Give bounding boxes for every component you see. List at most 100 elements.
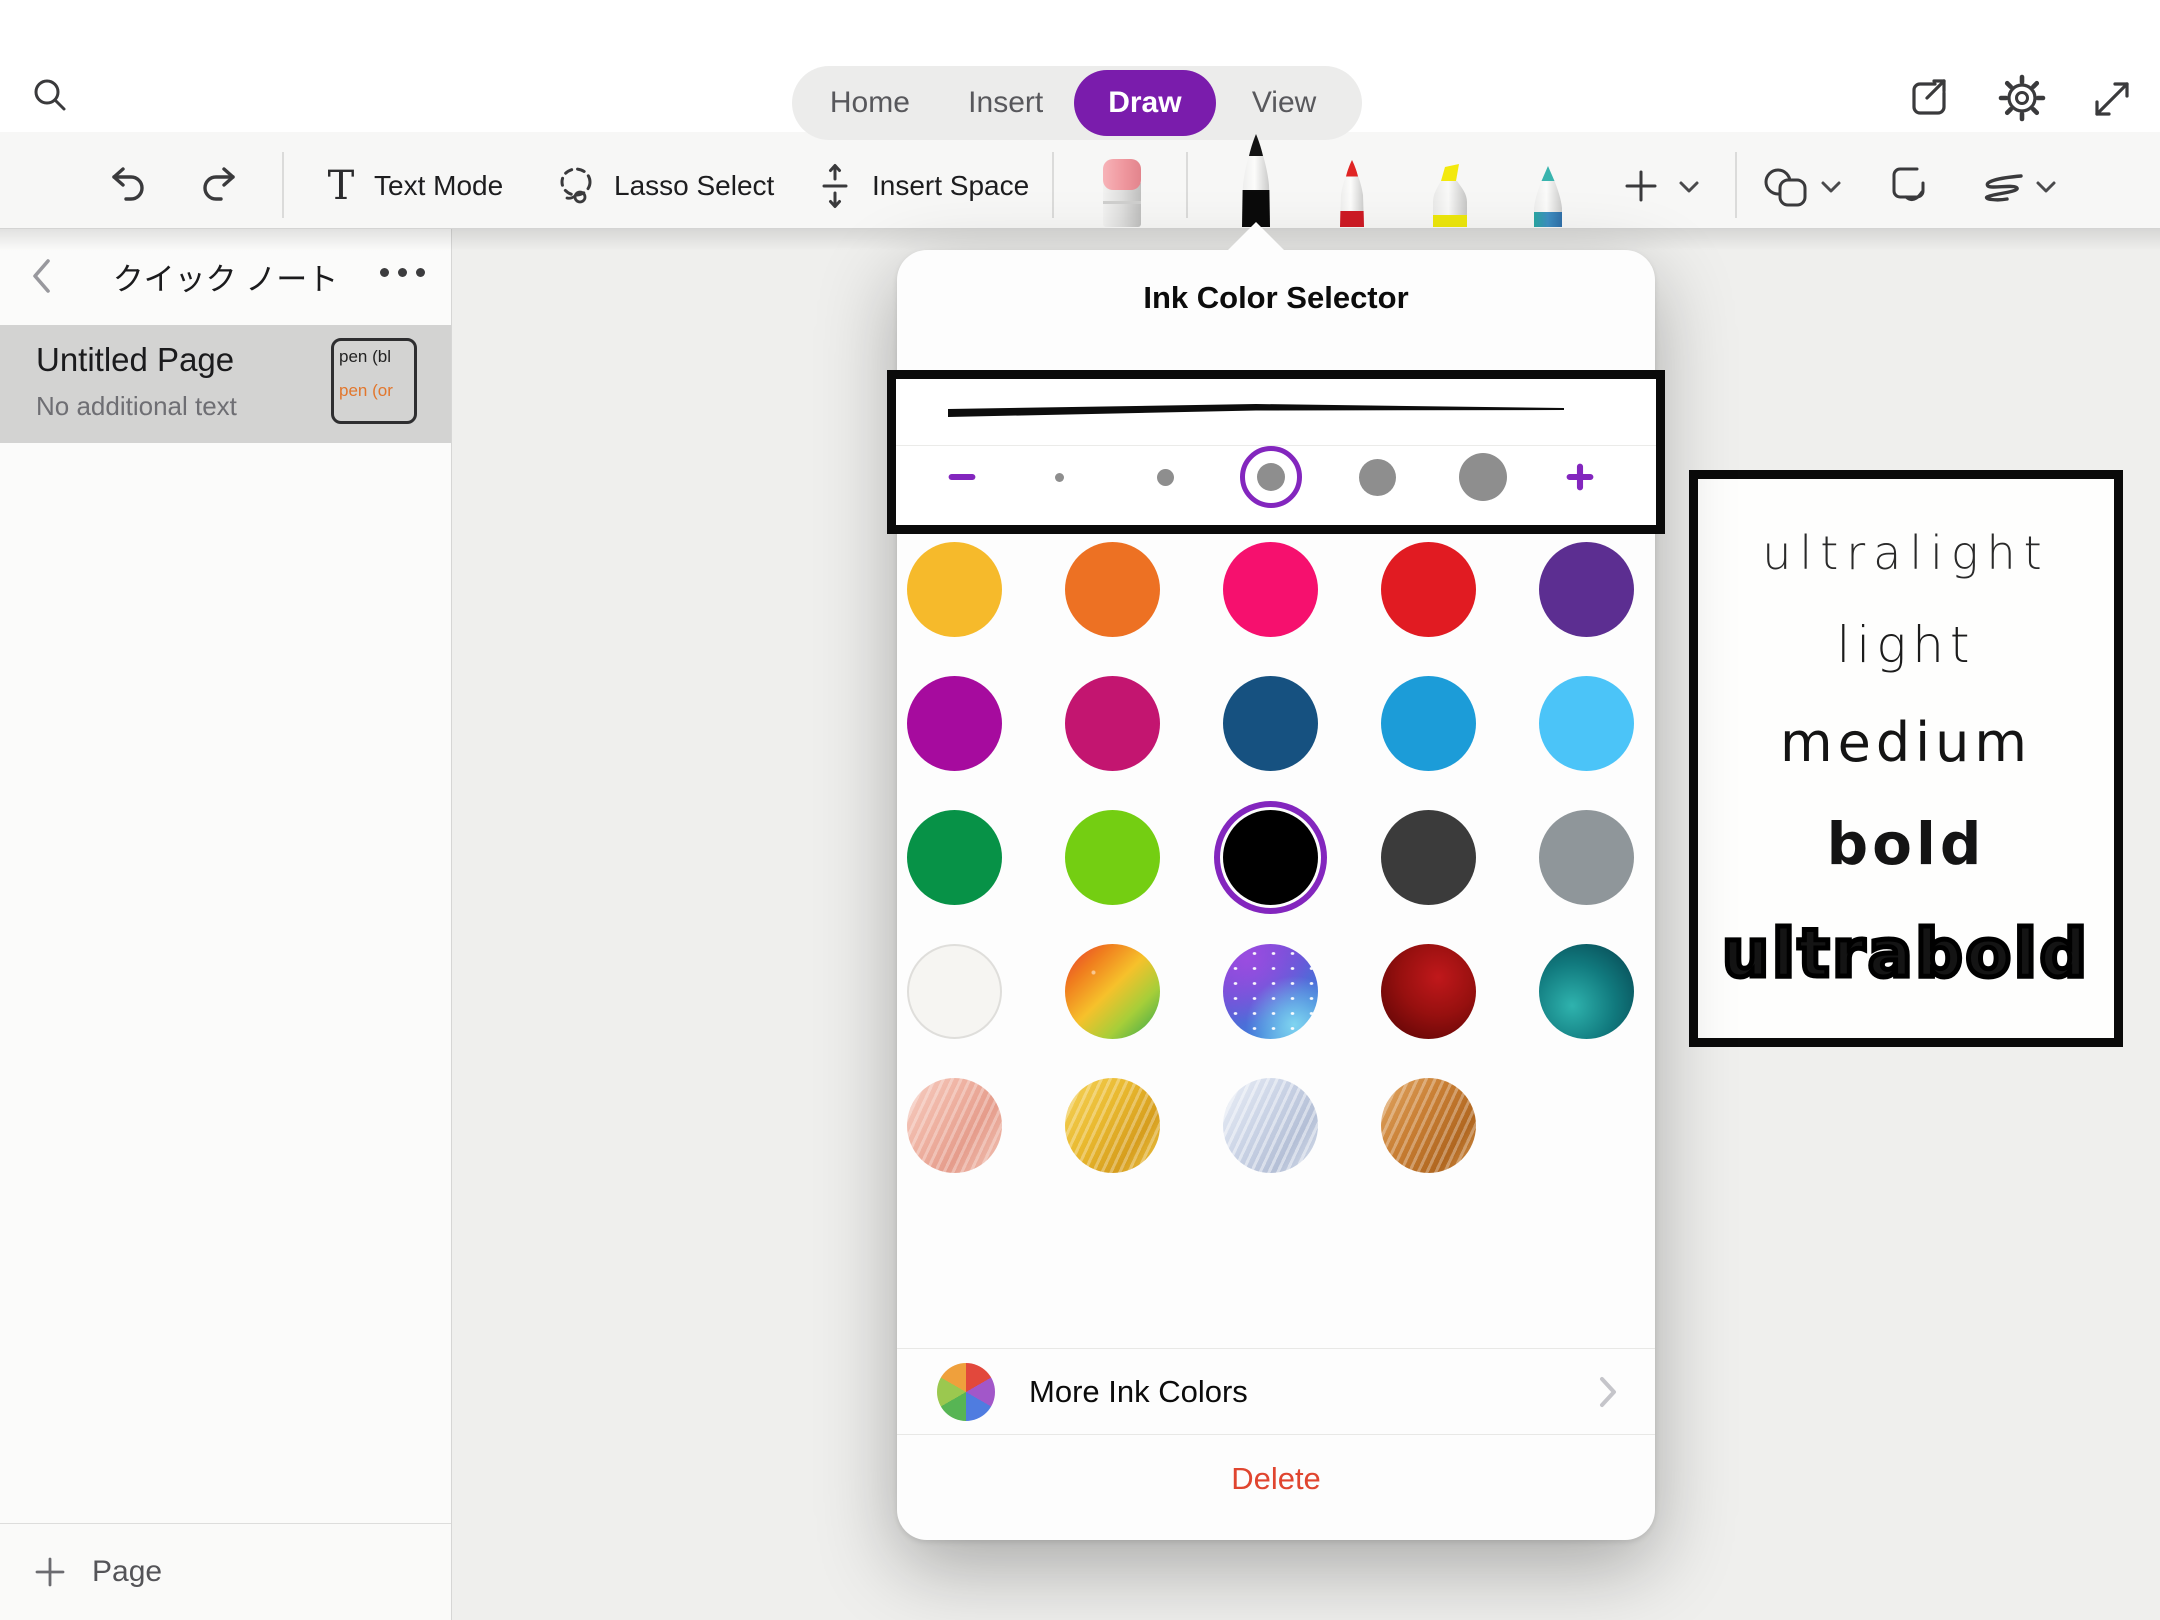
more-options-button[interactable] (380, 268, 425, 277)
tab-draw[interactable]: Draw (1074, 70, 1217, 136)
stroke-size-option-5[interactable] (1452, 446, 1514, 508)
fullscreen-button[interactable] (2088, 75, 2136, 123)
ink-color-swatch-bronze[interactable] (1381, 1078, 1476, 1173)
page-list-item-selected[interactable]: Untitled Page No additional text pen (bl… (0, 325, 451, 443)
size-dot-icon (1459, 453, 1507, 501)
delete-pen-button[interactable]: Delete (897, 1434, 1655, 1522)
ink-note-icon (1886, 161, 1934, 209)
tab-view[interactable]: View (1216, 70, 1352, 136)
ink-color-swatch-black-selected[interactable] (1223, 810, 1318, 905)
redo-button[interactable] (195, 162, 243, 210)
size-dot-icon (1157, 469, 1174, 486)
more-ink-colors-button[interactable]: More Ink Colors (897, 1348, 1655, 1435)
highlighter-icon (1426, 163, 1474, 227)
ink-color-swatch-galaxy[interactable] (1223, 944, 1318, 1039)
insert-space-label: Insert Space (872, 170, 1029, 202)
ribbon-tabs: HomeInsertDrawView (792, 66, 1362, 140)
decrease-size-button[interactable] (940, 455, 984, 499)
ink-to-text-button[interactable] (1885, 160, 1935, 210)
redo-icon (196, 163, 242, 209)
lasso-select-button[interactable]: Lasso Select (552, 158, 774, 214)
ink-color-swatch-red-marble[interactable] (1381, 944, 1476, 1039)
ink-effects-button[interactable] (1974, 168, 2030, 208)
ink-color-swatch-gray[interactable] (1539, 810, 1634, 905)
ink-color-swatch-dark-blue[interactable] (1223, 676, 1318, 771)
stroke-size-option-4[interactable] (1346, 446, 1408, 508)
tab-insert[interactable]: Insert (938, 70, 1074, 136)
ink-color-swatch-teal-marble[interactable] (1539, 944, 1634, 1039)
shapes-button[interactable] (1760, 164, 1814, 210)
insert-space-button[interactable]: Insert Space (812, 158, 1029, 214)
page-thumbnail: pen (bl pen (or (331, 338, 417, 424)
settings-button[interactable] (1997, 73, 2047, 123)
size-dot-icon (1055, 473, 1064, 482)
stroke-width-preview (896, 379, 1656, 446)
tab-home[interactable]: Home (802, 70, 938, 136)
ink-effects-chevron[interactable] (2033, 178, 2059, 198)
increase-size-button[interactable] (1558, 455, 1602, 499)
ink-color-swatch-pink[interactable] (1223, 542, 1318, 637)
sidebar-header: クイック ノート (0, 228, 451, 324)
ink-color-swatch-yellow[interactable] (907, 542, 1002, 637)
ink-color-swatch-dark-gray[interactable] (1381, 810, 1476, 905)
toolbar-divider (1186, 152, 1188, 218)
page-subtitle: No additional text (36, 391, 237, 422)
eraser-icon (1099, 157, 1145, 227)
pen-black-selected[interactable] (1233, 133, 1279, 227)
ink-color-swatch-blue[interactable] (1381, 676, 1476, 771)
chevron-down-icon (1678, 180, 1700, 196)
ink-color-swatch-white[interactable] (907, 944, 1002, 1039)
popup-title: Ink Color Selector (897, 280, 1655, 316)
thickness-selector-highlight-box (887, 370, 1665, 534)
text-mode-button[interactable]: T Text Mode (322, 158, 503, 214)
chevron-down-icon (1820, 180, 1842, 196)
ink-color-swatch-gold[interactable] (1065, 1078, 1160, 1173)
size-dot-icon (1359, 459, 1396, 496)
share-button[interactable] (1904, 73, 1954, 123)
delete-label: Delete (1231, 1461, 1321, 1497)
ink-color-swatch-raspberry[interactable] (1065, 676, 1160, 771)
onenote-app: HomeInsertDrawView (0, 0, 2160, 1620)
stroke-size-option-3-selected[interactable] (1240, 446, 1302, 508)
ink-color-swatch-purple[interactable] (1539, 542, 1634, 637)
ink-color-swatch-red[interactable] (1381, 542, 1476, 637)
ink-color-swatch-sky-blue[interactable] (1539, 676, 1634, 771)
highlighter-yellow[interactable] (1426, 163, 1474, 227)
ink-color-swatch-lime-green[interactable] (1065, 810, 1160, 905)
pen-red[interactable] (1331, 159, 1373, 227)
search-icon (28, 74, 72, 118)
more-ink-colors-label: More Ink Colors (1029, 1374, 1248, 1410)
pen-menu-chevron[interactable] (1676, 178, 1702, 198)
stroke-size-option-1[interactable] (1028, 446, 1090, 508)
shapes-icon (1761, 165, 1813, 209)
ellipsis-icon (380, 268, 389, 277)
ink-color-swatch-rainbow-glitter[interactable] (1065, 944, 1160, 1039)
ink-weight-sample-panel: ultralightlightmediumboldultrabold (1689, 470, 2123, 1047)
undo-button[interactable] (104, 162, 152, 210)
ink-sample-bold: bold (1827, 810, 1986, 878)
shapes-menu-chevron[interactable] (1818, 178, 1844, 198)
toolbar-divider (1735, 152, 1737, 218)
add-page-button[interactable]: Page (0, 1523, 451, 1620)
add-pen-button[interactable] (1619, 164, 1663, 208)
ellipsis-icon (416, 268, 425, 277)
stroke-size-option-2[interactable] (1134, 446, 1196, 508)
ink-color-selector-popup: Ink Color Selector More Ink Colors Delet… (897, 250, 1655, 1540)
ink-color-swatch-green[interactable] (907, 810, 1002, 905)
increase-size-icon (1564, 460, 1596, 494)
search-button[interactable] (26, 72, 74, 120)
page-title: Untitled Page (36, 341, 234, 379)
ellipsis-icon (398, 268, 407, 277)
add-page-label: Page (92, 1555, 162, 1589)
ink-color-swatch-magenta[interactable] (907, 676, 1002, 771)
chevron-down-icon (2035, 180, 2057, 196)
ink-color-swatch-silver[interactable] (1223, 1078, 1318, 1173)
ink-color-swatch-orange[interactable] (1065, 542, 1160, 637)
ink-sample-medium: medium (1780, 711, 2032, 774)
ink-color-swatch-rose-gold[interactable] (907, 1078, 1002, 1173)
plus-icon (1620, 165, 1662, 207)
share-icon (1905, 74, 1953, 122)
plus-icon (32, 1554, 68, 1590)
eraser-tool[interactable] (1099, 157, 1145, 227)
pencil-galaxy[interactable] (1527, 165, 1569, 227)
